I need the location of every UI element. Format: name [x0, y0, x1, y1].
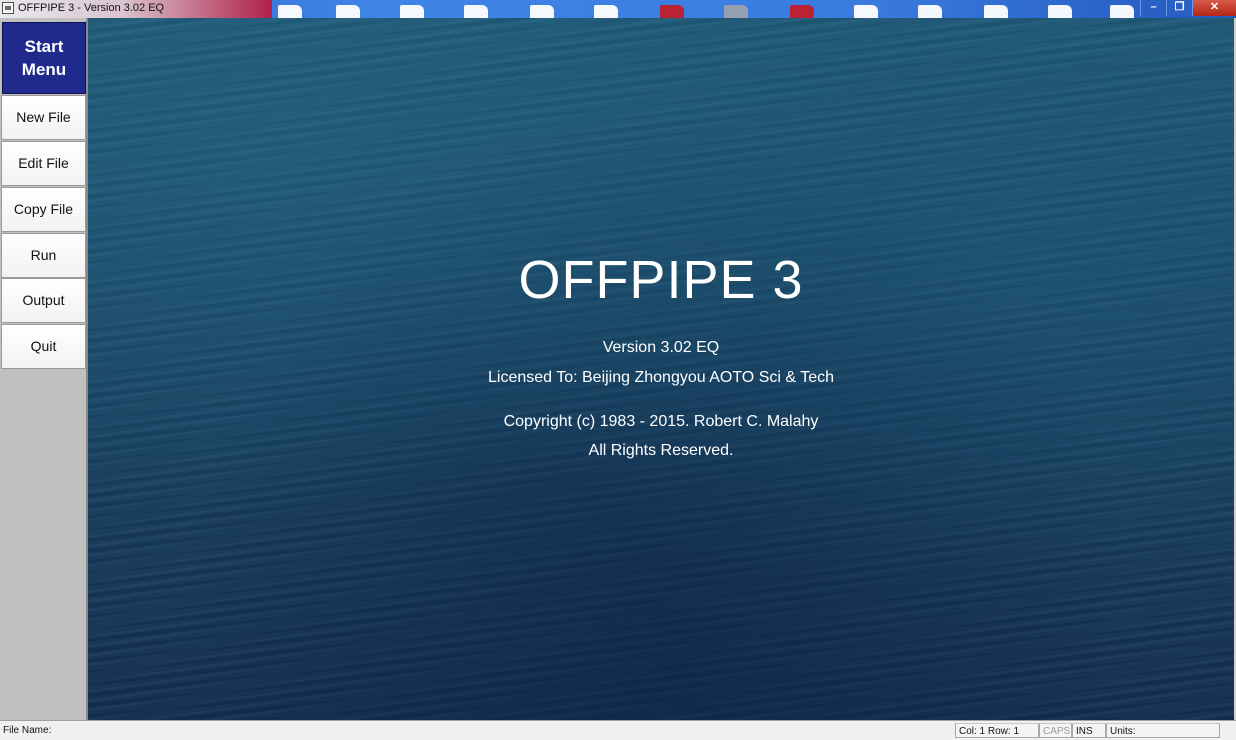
document-icon — [530, 5, 554, 18]
splash-panel: OFFPIPE 3 Version 3.02 EQ Licensed To: B… — [88, 18, 1234, 720]
status-ins: INS — [1072, 723, 1106, 738]
status-file-name: File Name: — [3, 725, 52, 736]
status-units: Units: — [1106, 723, 1220, 738]
quit-button[interactable]: Quit — [1, 324, 86, 369]
splash-title: OFFPIPE 3 — [518, 250, 804, 310]
splash-version: Version 3.02 EQ — [602, 339, 720, 356]
copy-file-button[interactable]: Copy File — [1, 187, 86, 232]
status-caps-label: CAPS — [1043, 726, 1071, 737]
sidebar: Start Menu New File Edit File Copy File … — [0, 18, 88, 720]
new-file-button[interactable]: New File — [1, 95, 86, 140]
close-button[interactable]: ✕ — [1192, 0, 1236, 16]
document-icon — [854, 5, 878, 18]
document-icon — [336, 5, 360, 18]
status-caps: CAPS — [1039, 723, 1072, 738]
application-icon — [790, 5, 814, 18]
document-icon — [400, 5, 424, 18]
run-button[interactable]: Run — [1, 233, 86, 278]
document-icon — [1048, 5, 1072, 18]
document-icon — [984, 5, 1008, 18]
window-title: OFFPIPE 3 - Version 3.02 EQ — [18, 2, 165, 14]
app-icon[interactable] — [2, 2, 14, 14]
application-icon — [724, 5, 748, 18]
splash-copyright: Copyright (c) 1983 - 2015. Robert C. Mal… — [503, 413, 819, 430]
restore-button[interactable]: ❐ — [1166, 0, 1192, 16]
start-menu-button[interactable]: Start Menu — [2, 22, 86, 94]
application-icon — [660, 5, 684, 18]
offpipe-window: OFFPIPE 3 - Version 3.02 EQ – ❐ ✕ Start … — [0, 0, 1236, 740]
window-controls: – ❐ ✕ — [1140, 0, 1236, 18]
status-bar: File Name: Col: 1 Row: 1 CAPS INS Units: — [0, 720, 1236, 740]
splash-license: Licensed To: Beijing Zhongyou AOTO Sci &… — [488, 369, 834, 386]
document-icon — [278, 5, 302, 18]
splash-background: OFFPIPE 3 Version 3.02 EQ Licensed To: B… — [88, 18, 1234, 720]
document-icon — [464, 5, 488, 18]
status-position: Col: 1 Row: 1 — [955, 723, 1039, 738]
document-icon — [1110, 5, 1134, 18]
start-menu-label-line1: Start — [24, 37, 64, 56]
splash-rights: All Rights Reserved. — [588, 442, 734, 459]
edit-file-button[interactable]: Edit File — [1, 141, 86, 186]
minimize-button[interactable]: – — [1140, 0, 1166, 16]
output-button[interactable]: Output — [1, 278, 86, 323]
start-menu-label-line2: Menu — [21, 60, 67, 79]
document-icon — [594, 5, 618, 18]
title-bar[interactable]: OFFPIPE 3 - Version 3.02 EQ – ❐ ✕ — [0, 0, 1236, 18]
document-icon — [918, 5, 942, 18]
